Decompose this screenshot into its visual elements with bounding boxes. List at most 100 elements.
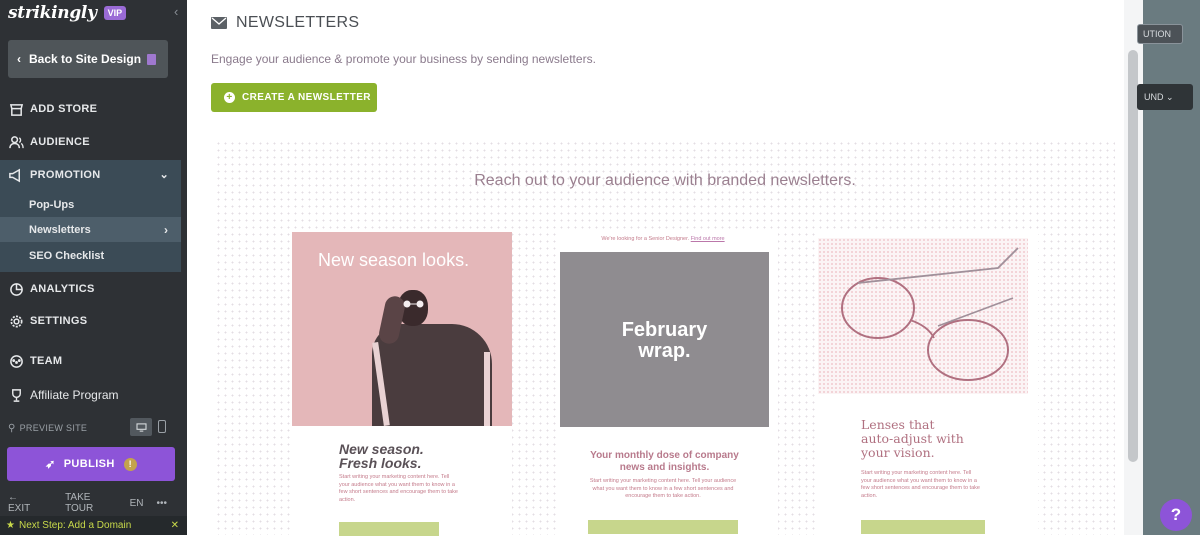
template-preview-image bbox=[818, 238, 1028, 394]
image-title-line: February bbox=[621, 319, 708, 341]
sidebar-item-analytics[interactable]: ANALYTICS bbox=[0, 278, 181, 300]
template-subtitle-line: news and insights. bbox=[619, 462, 710, 473]
trophy-icon bbox=[8, 387, 24, 403]
template-subtitle: New season. Fresh looks. bbox=[339, 442, 424, 470]
scrollbar-thumb[interactable] bbox=[1128, 50, 1138, 462]
more-menu-icon[interactable]: ••• bbox=[156, 498, 167, 509]
preview-site-link[interactable]: PREVIEW SITE bbox=[20, 423, 88, 433]
vip-badge: VIP bbox=[103, 6, 127, 20]
next-step-bar[interactable]: ★ Next Step: Add a Domain ✕ bbox=[0, 516, 187, 535]
chevron-right-icon: › bbox=[164, 222, 168, 237]
sidebar-item-add-store[interactable]: ADD STORE bbox=[0, 98, 181, 120]
page-header: NEWSLETTERS bbox=[211, 14, 359, 32]
sidebar-item-label: SETTINGS bbox=[30, 315, 88, 327]
template-announcement: We're looking for a Senior Designer. Fin… bbox=[558, 236, 768, 242]
template-body-text: Start writing your marketing content her… bbox=[589, 478, 737, 499]
template-subtitle-line: New season. bbox=[339, 441, 424, 457]
subitem-label: Newsletters bbox=[29, 223, 91, 236]
exit-link[interactable]: ← EXIT bbox=[8, 492, 52, 514]
brand: strikingly VIP bbox=[8, 2, 127, 24]
sidebar-item-label: ADD STORE bbox=[30, 103, 98, 115]
sidebar-item-label: PROMOTION bbox=[30, 169, 101, 181]
newsletter-template-card[interactable]: We're looking for a Senior Designer. Fin… bbox=[558, 232, 778, 542]
sidebar-item-label: TEAM bbox=[30, 355, 63, 367]
publish-button[interactable]: ➶ PUBLISH ! bbox=[7, 447, 175, 481]
back-to-site-design-button[interactable]: ‹ Back to Site Design bbox=[8, 40, 168, 78]
strikingly-logo: strikingly bbox=[8, 3, 97, 23]
sidebar-footer: ← EXIT TAKE TOUR EN ••• bbox=[8, 492, 180, 514]
mobile-preview-icon[interactable] bbox=[158, 420, 166, 433]
sidebar-subitem-newsletters[interactable]: Newsletters › bbox=[0, 217, 181, 242]
template-subtitle-line: Your monthly dose of company bbox=[590, 450, 739, 461]
plus-icon: + bbox=[224, 92, 235, 103]
editor-button[interactable]: UTION bbox=[1137, 24, 1183, 44]
sidebar-item-audience[interactable]: AUDIENCE bbox=[0, 131, 181, 153]
newsletter-template-card[interactable]: New season looks. New season. Fresh look… bbox=[292, 232, 512, 542]
chevron-left-icon: ‹ bbox=[17, 52, 21, 66]
publish-label: PUBLISH bbox=[63, 458, 115, 470]
help-button[interactable]: ? bbox=[1160, 499, 1192, 531]
template-subtitle-line: auto-adjust with bbox=[861, 431, 964, 446]
sidebar: strikingly VIP ‹ ‹ Back to Site Design A… bbox=[0, 0, 187, 535]
rocket-icon: ➶ bbox=[45, 457, 56, 471]
star-icon: ★ bbox=[6, 520, 15, 531]
search-icon: ⚲ bbox=[8, 422, 16, 434]
template-subtitle-line: your vision. bbox=[861, 445, 935, 460]
newsletter-template-card[interactable]: Lenses that auto-adjust with your vision… bbox=[818, 232, 1038, 542]
template-subtitle-line: Lenses that bbox=[861, 417, 935, 432]
image-title-line: wrap. bbox=[638, 340, 691, 362]
take-tour-link[interactable]: TAKE TOUR bbox=[65, 492, 117, 514]
template-subtitle: Lenses that auto-adjust with your vision… bbox=[861, 418, 964, 460]
language-selector[interactable]: EN bbox=[130, 498, 144, 509]
sunglasses-icon bbox=[403, 300, 424, 308]
sidebar-item-label: Affiliate Program bbox=[30, 388, 119, 402]
envelope-icon bbox=[211, 17, 227, 29]
announcement-link: Find out more bbox=[690, 236, 725, 242]
gear-icon bbox=[8, 313, 24, 329]
template-cta-button bbox=[588, 520, 738, 534]
preview-site-row: ⚲ PREVIEW SITE bbox=[8, 418, 180, 438]
sidebar-subitem-popups[interactable]: Pop-Ups bbox=[0, 192, 181, 217]
create-newsletter-button[interactable]: + CREATE A NEWSLETTER bbox=[211, 83, 377, 112]
back-button-label: Back to Site Design bbox=[29, 52, 142, 66]
page-title: NEWSLETTERS bbox=[236, 14, 360, 31]
template-preview-image: February wrap. bbox=[560, 252, 769, 427]
sidebar-subitem-seo-checklist[interactable]: SEO Checklist bbox=[0, 243, 181, 268]
sidebar-item-team[interactable]: TEAM bbox=[0, 350, 181, 372]
site-editor-background bbox=[1143, 0, 1200, 535]
template-body-text: Start writing your marketing content her… bbox=[339, 474, 458, 503]
collapse-sidebar-icon[interactable]: ‹ bbox=[174, 4, 178, 19]
subitem-label: Pop-Ups bbox=[29, 198, 75, 211]
eyeglasses-illustration bbox=[841, 247, 1019, 381]
promotion-section: PROMOTION ⌄ Pop-Ups Newsletters › SEO Ch… bbox=[0, 160, 181, 272]
store-icon bbox=[8, 101, 24, 117]
exit-label: EXIT bbox=[8, 503, 31, 514]
sidebar-item-label: ANALYTICS bbox=[30, 283, 95, 295]
newsletters-page: NEWSLETTERS Engage your audience & promo… bbox=[187, 0, 1143, 542]
sidebar-item-settings[interactable]: SETTINGS bbox=[0, 310, 181, 332]
template-cta-button bbox=[339, 522, 439, 536]
desktop-preview-icon[interactable] bbox=[130, 418, 152, 436]
sidebar-item-label: AUDIENCE bbox=[30, 136, 90, 148]
announcement-text: We're looking for a Senior Designer. bbox=[601, 236, 690, 242]
megaphone-icon bbox=[8, 167, 24, 183]
page-subtitle: Engage your audience & promote your busi… bbox=[211, 52, 596, 66]
people-icon bbox=[8, 134, 24, 150]
sidebar-item-promotion[interactable]: PROMOTION ⌄ bbox=[0, 160, 181, 190]
template-preview-image: New season looks. bbox=[292, 232, 512, 426]
template-image-title: February wrap. bbox=[560, 320, 769, 362]
editor-dropdown-button[interactable]: UND ⌄ bbox=[1137, 84, 1193, 110]
create-newsletter-label: CREATE A NEWSLETTER bbox=[242, 92, 371, 103]
template-image-title: New season looks. bbox=[318, 250, 470, 270]
chevron-down-icon: ⌄ bbox=[159, 169, 169, 181]
template-cta-button bbox=[861, 520, 985, 534]
template-body-text: Start writing your marketing content her… bbox=[861, 470, 980, 499]
template-subtitle-line: Fresh looks. bbox=[339, 455, 422, 471]
sidebar-item-affiliate-program[interactable]: Affiliate Program bbox=[0, 384, 181, 406]
team-icon bbox=[8, 353, 24, 369]
subitem-label: SEO Checklist bbox=[29, 249, 105, 262]
template-subtitle: Your monthly dose of company news and in… bbox=[558, 450, 771, 474]
close-icon[interactable]: ✕ bbox=[171, 520, 179, 531]
templates-heading: Reach out to your audience with branded … bbox=[474, 172, 856, 189]
pie-chart-icon bbox=[8, 281, 24, 297]
